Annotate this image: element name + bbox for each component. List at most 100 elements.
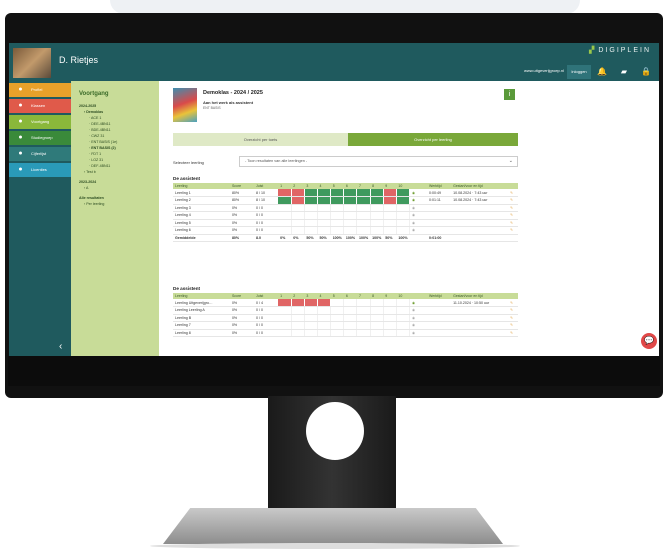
edit-cell[interactable]: ✎	[508, 299, 518, 307]
student-name[interactable]: Leerling 2	[173, 196, 230, 205]
answer-empty	[291, 204, 305, 212]
eye-icon[interactable]: ◉	[412, 228, 415, 232]
eye-icon[interactable]: ◉	[412, 308, 415, 312]
eye-icon[interactable]: ◉	[412, 206, 415, 210]
answer-empty	[383, 314, 397, 322]
sidebar-item-label: Profiel	[31, 87, 43, 92]
student-name[interactable]: Leerling 7	[173, 321, 230, 330]
chat-icon[interactable]: 💬	[641, 333, 657, 349]
eye-icon[interactable]: ◉	[412, 331, 415, 335]
info-button[interactable]: i	[504, 89, 515, 100]
view-cell[interactable]: ◉	[409, 189, 428, 197]
edit-icon[interactable]: ✎	[510, 206, 513, 210]
header-url[interactable]: www.uitgeverijgroep.nl	[524, 68, 564, 73]
answer-empty	[291, 219, 305, 227]
eye-icon[interactable]: ◉	[412, 316, 415, 320]
view-cell[interactable]: ◉	[409, 196, 428, 205]
edit-icon[interactable]: ✎	[510, 221, 513, 225]
answer-correct	[356, 196, 371, 205]
table-row[interactable]: Leerling 5 0% 0 / 0 ◉ ✎	[173, 219, 518, 227]
edit-icon[interactable]: ✎	[510, 301, 513, 305]
student-select[interactable]: - Toon resultaten van alle leerlingen - ⌄	[239, 156, 518, 167]
started-date-cell: 11.10.2024 · 10:50 uur	[451, 299, 509, 307]
student-name[interactable]: Leerling B	[173, 314, 230, 322]
eye-icon[interactable]: ◉	[412, 323, 415, 327]
table-row[interactable]: Leerling 4 0% 0 / 0 ◉ ✎	[173, 211, 518, 220]
table-row[interactable]: Leerling 2 80% 8 / 10 ◉ 0:01:11 10.08.2024 · …	[173, 196, 518, 205]
digiplein-logo[interactable]: ▞ DIGIPLEIN	[589, 46, 651, 54]
table-row[interactable]: Leerling 3 0% 0 / 0 ◉ ✎	[173, 204, 518, 212]
view-cell[interactable]: ◉	[409, 306, 428, 315]
edit-cell[interactable]: ✎	[508, 204, 518, 212]
view-cell[interactable]: ◉	[409, 321, 428, 330]
edit-cell[interactable]: ✎	[508, 321, 518, 330]
edit-cell[interactable]: ✎	[508, 306, 518, 315]
started-date-cell	[451, 314, 509, 322]
edit-icon[interactable]: ✎	[510, 323, 513, 327]
collapse-sidebar-icon[interactable]: ‹	[59, 341, 62, 352]
edit-cell[interactable]: ✎	[508, 314, 518, 322]
table-row[interactable]: Leerling 7 0% 0 / 0 ◉ ✎	[173, 321, 518, 330]
answer-empty	[356, 314, 371, 322]
edit-cell[interactable]: ✎	[508, 189, 518, 197]
sidebar-item-licenties[interactable]: ● Licenties	[9, 163, 71, 177]
answer-empty	[278, 204, 292, 212]
view-cell[interactable]: ◉	[409, 226, 428, 235]
student-name[interactable]: Leerling 6	[173, 226, 230, 235]
table-row[interactable]: Leerling Uitgeverijgro… 0% 0 / 4 ◉ 11.10.202…	[173, 299, 518, 307]
table-row[interactable]: Leerling B 0% 0 / 0 ◉ ✎	[173, 314, 518, 322]
edit-cell[interactable]: ✎	[508, 329, 518, 337]
monitor-chin	[8, 356, 660, 386]
table-row[interactable]: Leerling Leerling A 0% 0 / 0 ◉ ✎	[173, 306, 518, 315]
tree-item[interactable]: › A	[79, 185, 159, 191]
sidebar-item-voortgang[interactable]: ● Voortgang	[9, 115, 71, 129]
student-name[interactable]: Leerling 8	[173, 329, 230, 337]
view-cell[interactable]: ◉	[409, 329, 428, 337]
eye-icon[interactable]: ◉	[412, 213, 415, 217]
edit-cell[interactable]: ✎	[508, 211, 518, 220]
table-row[interactable]: Leerling 6 0% 0 / 0 ◉ ✎	[173, 226, 518, 235]
tree-item[interactable]: › Per leerling	[79, 201, 159, 207]
edit-icon[interactable]: ✎	[510, 316, 513, 320]
bell-icon[interactable]: 🔔	[591, 65, 613, 79]
edit-icon[interactable]: ✎	[510, 213, 513, 217]
view-cell[interactable]: ◉	[409, 299, 428, 307]
edit-icon[interactable]: ✎	[510, 228, 513, 232]
avatar[interactable]	[13, 48, 51, 78]
table-row[interactable]: Leerling 1 80% 8 / 10 ◉ 0:00:49 10.08.2024 · …	[173, 189, 518, 197]
sidebar-item-studiegroep[interactable]: ● Studiegroep	[9, 131, 71, 145]
tab-per-leerling[interactable]: Overzicht per leerling	[348, 133, 518, 146]
student-name[interactable]: Leerling 3	[173, 204, 230, 212]
answer-empty	[383, 226, 397, 235]
edit-icon[interactable]: ✎	[510, 191, 513, 195]
eye-icon[interactable]: ◉	[412, 301, 415, 305]
view-cell[interactable]: ◉	[409, 204, 428, 212]
eye-icon[interactable]: ◉	[412, 191, 415, 195]
edit-cell[interactable]: ✎	[508, 226, 518, 235]
sidebar-item-profiel[interactable]: ● Profiel	[9, 83, 71, 97]
edit-icon[interactable]: ✎	[510, 331, 513, 335]
sidebar-item-klassen[interactable]: ● Klassen	[9, 99, 71, 113]
header-login-button[interactable]: Inloggen	[567, 65, 591, 79]
student-name[interactable]: Leerling 1	[173, 189, 230, 197]
sidebar-item-cijferlijst[interactable]: ● Cijferlijst	[9, 147, 71, 161]
lock-icon[interactable]: 🔒	[635, 65, 657, 79]
student-name[interactable]: Leerling 4	[173, 211, 230, 220]
eye-icon[interactable]: ◉	[412, 198, 415, 202]
student-name[interactable]: Leerling Uitgeverijgro…	[173, 299, 230, 307]
tab-per-toets[interactable]: Overzicht per toets	[173, 133, 348, 146]
edit-cell[interactable]: ✎	[508, 196, 518, 205]
table-row[interactable]: Leerling 8 0% 0 / 0 ◉ ✎	[173, 329, 518, 337]
edit-icon[interactable]: ✎	[510, 308, 513, 312]
view-cell[interactable]: ◉	[409, 211, 428, 220]
edit-cell[interactable]: ✎	[508, 219, 518, 227]
view-cell[interactable]: ◉	[409, 219, 428, 227]
started-date-cell	[451, 306, 509, 315]
edit-icon[interactable]: ✎	[510, 198, 513, 202]
view-cell[interactable]: ◉	[409, 314, 428, 322]
book-icon[interactable]: ▰	[613, 65, 635, 79]
tree-item[interactable]: › Test b	[79, 169, 159, 175]
student-name[interactable]: Leerling 5	[173, 219, 230, 227]
student-name[interactable]: Leerling Leerling A	[173, 306, 230, 315]
eye-icon[interactable]: ◉	[412, 221, 415, 225]
